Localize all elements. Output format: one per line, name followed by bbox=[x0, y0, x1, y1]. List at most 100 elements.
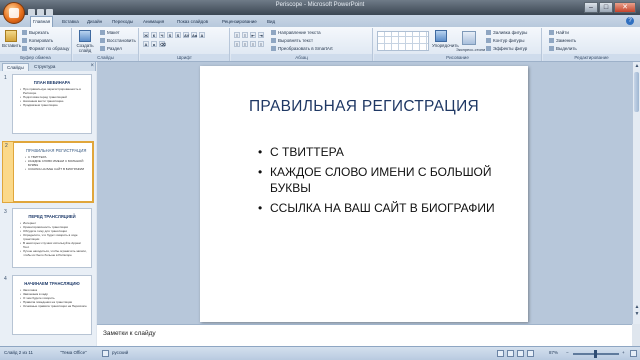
drawing-group: Упорядочить Экспресс-стили Заливка фигур… bbox=[374, 28, 542, 61]
indent-dec-button[interactable]: ⇤ bbox=[250, 32, 256, 38]
clipboard-label: Буфер обмена bbox=[0, 54, 71, 61]
shape-fill-button[interactable]: Заливка фигуры bbox=[486, 30, 527, 36]
shapes-gallery[interactable] bbox=[377, 31, 429, 51]
maximize-button[interactable]: □ bbox=[599, 2, 613, 13]
cut-button[interactable]: Вырезать bbox=[22, 30, 49, 36]
tab-design[interactable]: Дизайн bbox=[85, 17, 104, 26]
normal-view-icon[interactable] bbox=[497, 350, 504, 357]
close-button[interactable]: ✕ bbox=[614, 2, 636, 13]
section-button[interactable]: Раздел bbox=[100, 46, 122, 52]
language[interactable]: русский bbox=[112, 350, 128, 355]
prev-slide-icon[interactable]: ▲ bbox=[634, 304, 640, 310]
title-bar: Periscope - Microsoft PowerPoint – □ ✕ bbox=[0, 0, 640, 16]
reading-view-icon[interactable] bbox=[517, 350, 524, 357]
slide-title[interactable]: ПРАВИЛЬНАЯ РЕГИСТРАЦИЯ bbox=[200, 98, 528, 116]
slide-thumb-3[interactable]: 3 ПЕРЕД ТРАНСЛЯЦИЕЙ Интернет Ориентирово… bbox=[2, 208, 94, 270]
tab-insert[interactable]: Вставка bbox=[60, 17, 81, 26]
copy-icon bbox=[22, 38, 27, 43]
new-slide-button[interactable]: Создать слайд bbox=[76, 30, 94, 53]
align-row: ≡ ≡ ≡ ≡ bbox=[234, 41, 264, 47]
format-painter-button[interactable]: Формат по образцу bbox=[22, 46, 69, 52]
layout-button[interactable]: Макет bbox=[100, 30, 120, 36]
replace-button[interactable]: Заменить bbox=[549, 38, 576, 44]
help-icon[interactable]: ? bbox=[626, 17, 634, 25]
strike-button[interactable]: S bbox=[167, 32, 173, 38]
align-center-button[interactable]: ≡ bbox=[242, 41, 248, 47]
select-button[interactable]: Выделить bbox=[549, 46, 577, 52]
minimize-button[interactable]: – bbox=[584, 2, 598, 13]
smartart-button[interactable]: Преобразовать в SmartArt bbox=[271, 46, 333, 52]
layout-icon bbox=[100, 30, 105, 35]
theme-name: "Тема Office" bbox=[60, 350, 87, 355]
reset-button[interactable]: Восстановить bbox=[100, 38, 136, 44]
pane-tabs: Слайды Структура × bbox=[0, 62, 96, 71]
drawing-label: Рисование bbox=[374, 54, 541, 61]
powerpoint-window: Periscope - Microsoft PowerPoint – □ ✕ Г… bbox=[0, 0, 640, 360]
slideshow-view-icon[interactable] bbox=[527, 350, 534, 357]
shrink-font-button[interactable]: a bbox=[151, 41, 157, 47]
tab-animations[interactable]: Анимация bbox=[141, 17, 166, 26]
copy-button[interactable]: Копировать bbox=[22, 38, 53, 44]
sorter-view-icon[interactable] bbox=[507, 350, 514, 357]
paste-icon bbox=[5, 30, 17, 42]
grow-font-button[interactable]: A bbox=[143, 41, 149, 47]
close-icon[interactable]: × bbox=[90, 63, 94, 69]
shape-effects-button[interactable]: Эффекты фигур bbox=[486, 46, 527, 52]
case-button[interactable]: Aa bbox=[191, 32, 197, 38]
scroll-up-icon[interactable]: ▲ bbox=[634, 63, 640, 69]
find-button[interactable]: Найти bbox=[549, 30, 569, 36]
quick-styles-button[interactable]: Экспресс-стили bbox=[456, 47, 485, 53]
tab-view[interactable]: Вид bbox=[265, 17, 277, 26]
tab-home[interactable]: Главная bbox=[30, 16, 54, 27]
justify-button[interactable]: ≡ bbox=[258, 41, 264, 47]
slide-bullets[interactable]: С ТВИТТЕРА КАЖДОЕ СЛОВО ИМЕНИ С БОЛЬШОЙ … bbox=[258, 144, 508, 220]
bullets-button[interactable]: ≡ bbox=[234, 32, 240, 38]
bold-button[interactable]: Ж bbox=[143, 32, 149, 38]
indent-inc-button[interactable]: ⇥ bbox=[258, 32, 264, 38]
numbering-button[interactable]: ≡ bbox=[242, 32, 248, 38]
text-direction-icon bbox=[271, 30, 276, 35]
notes-pane[interactable]: Заметки к слайду bbox=[97, 324, 632, 346]
italic-button[interactable]: К bbox=[151, 32, 157, 38]
zoom-out-icon[interactable]: − bbox=[566, 350, 569, 355]
tab-slideshow[interactable]: Показ слайдов bbox=[175, 17, 210, 26]
fill-icon bbox=[486, 30, 491, 35]
slide-thumb-4[interactable]: 4 НАЧИНАЕМ ТРАНСЛЯЦИЮ Заголовок Завлекае… bbox=[2, 275, 94, 337]
slide-thumb-card: ПЛАН ВЕБИНАРА Про правильную зарегистрир… bbox=[12, 74, 92, 134]
tab-outline[interactable]: Структура bbox=[30, 63, 59, 71]
text-direction-button[interactable]: Направление текста bbox=[271, 30, 321, 36]
paste-button[interactable]: Вставить bbox=[2, 30, 21, 48]
tab-review[interactable]: Рецензирование bbox=[220, 17, 259, 26]
tab-transitions[interactable]: Переходы bbox=[110, 17, 135, 26]
current-slide[interactable]: ПРАВИЛЬНАЯ РЕГИСТРАЦИЯ С ТВИТТЕРА КАЖДОЕ… bbox=[200, 66, 528, 322]
language-icon[interactable] bbox=[102, 350, 109, 357]
align-right-button[interactable]: ≡ bbox=[250, 41, 256, 47]
fit-window-icon[interactable] bbox=[630, 350, 637, 357]
replace-icon bbox=[549, 38, 554, 43]
vertical-scrollbar[interactable]: ▲ ▲ ▼ bbox=[632, 62, 640, 324]
shape-outline-button[interactable]: Контур фигуры bbox=[486, 38, 524, 44]
zoom-slider[interactable] bbox=[573, 350, 619, 358]
zoom-in-icon[interactable]: + bbox=[622, 350, 625, 355]
shadow-button[interactable]: S bbox=[175, 32, 181, 38]
slide-thumb-1[interactable]: 1 ПЛАН ВЕБИНАРА Про правильную зарегистр… bbox=[2, 74, 94, 136]
align-text-button[interactable]: Выровнять текст bbox=[271, 38, 313, 44]
align-left-button[interactable]: ≡ bbox=[234, 41, 240, 47]
slide-thumb-2[interactable]: 2 ПРАВИЛЬНАЯ РЕГИСТРАЦИЯ С ТВИТТЕРА КАЖД… bbox=[2, 141, 94, 203]
next-slide-icon[interactable]: ▼ bbox=[634, 311, 640, 317]
tab-slides[interactable]: Слайды bbox=[2, 63, 29, 71]
scroll-thumb[interactable] bbox=[634, 72, 639, 112]
zoom-knob[interactable] bbox=[594, 350, 597, 358]
font-color-button[interactable]: A bbox=[199, 32, 205, 38]
office-button[interactable] bbox=[3, 2, 25, 24]
spacing-button[interactable]: AV bbox=[183, 32, 189, 38]
slide-counter: Слайд 2 из 11 bbox=[4, 350, 34, 355]
arrange-button[interactable]: Упорядочить bbox=[432, 30, 459, 48]
underline-button[interactable]: Ч bbox=[159, 32, 165, 38]
quick-styles-icon[interactable] bbox=[462, 31, 476, 45]
clipboard-group: Вставить Вырезать Копировать Формат по о… bbox=[0, 28, 72, 61]
clear-format-button[interactable]: ⌫ bbox=[159, 41, 166, 47]
zoom-level[interactable]: 87% bbox=[549, 350, 558, 355]
scissors-icon bbox=[22, 30, 27, 35]
font-size-row: Aa ⌫ bbox=[143, 41, 166, 47]
